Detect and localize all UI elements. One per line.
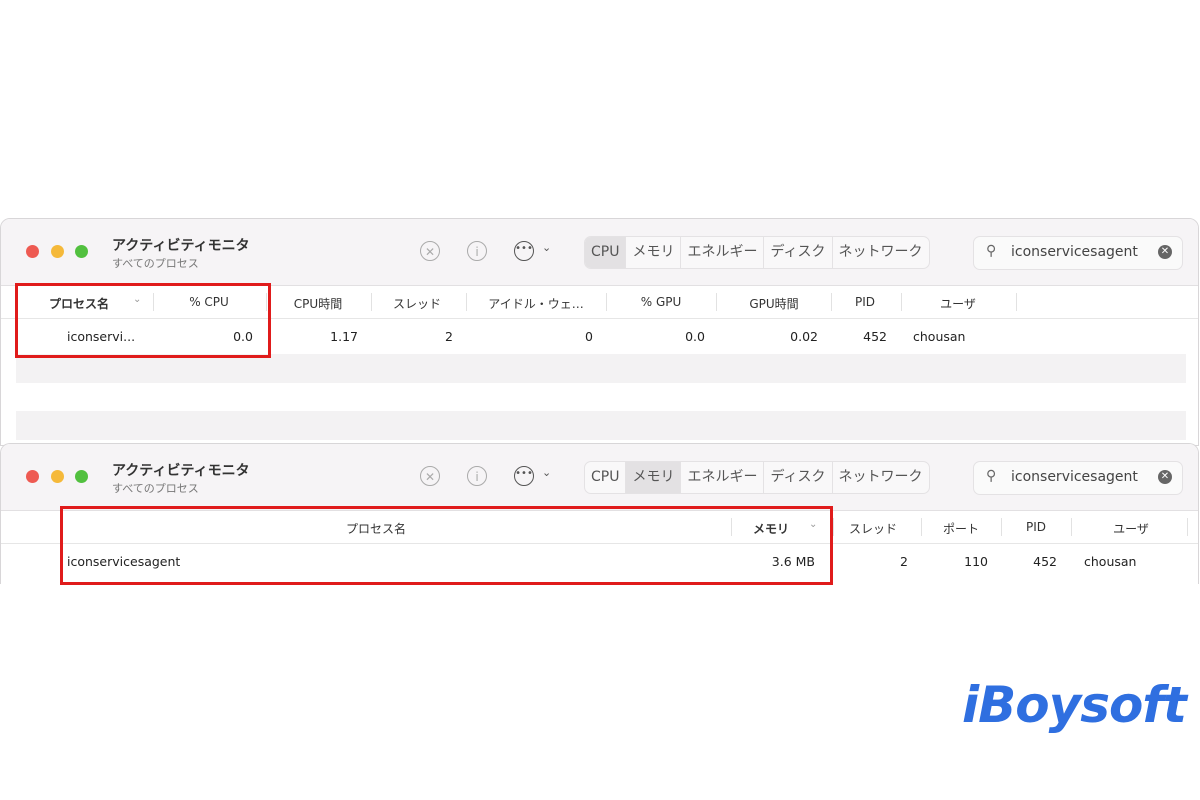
close-window-button[interactable] bbox=[26, 470, 39, 483]
empty-row bbox=[16, 354, 1186, 383]
cell-gpu-time: 0.02 bbox=[790, 329, 818, 344]
cell-threads: 2 bbox=[900, 554, 908, 569]
column-cpu-time[interactable]: CPU時間 bbox=[294, 295, 342, 312]
column-pid[interactable]: PID bbox=[1026, 520, 1046, 534]
chevron-down-icon[interactable]: ⌄ bbox=[542, 466, 551, 479]
tab-disk[interactable]: ディスク bbox=[764, 237, 833, 268]
window-title: アクティビティモニタ bbox=[112, 238, 250, 254]
window-subtitle: すべてのプロセス bbox=[112, 482, 199, 495]
column-divider[interactable] bbox=[833, 518, 834, 536]
window-title: アクティビティモニタ bbox=[112, 463, 250, 479]
column-pid[interactable]: PID bbox=[855, 295, 875, 309]
column-divider[interactable] bbox=[921, 518, 922, 536]
tab-disk[interactable]: ディスク bbox=[764, 462, 833, 493]
info-icon[interactable]: i bbox=[467, 241, 487, 261]
column-divider[interactable] bbox=[1001, 518, 1002, 536]
cell-threads: 2 bbox=[445, 329, 453, 344]
cell-user: chousan bbox=[1084, 554, 1137, 569]
cell-pid: 452 bbox=[1033, 554, 1057, 569]
search-input[interactable]: ⚲ iconservicesagent ✕ bbox=[973, 236, 1183, 270]
column-divider[interactable] bbox=[466, 293, 467, 311]
tab-memory[interactable]: メモリ bbox=[626, 462, 682, 493]
cell-user: chousan bbox=[913, 329, 966, 344]
column-threads[interactable]: スレッド bbox=[393, 295, 441, 312]
column-gpu-percent[interactable]: % GPU bbox=[641, 295, 682, 309]
search-value[interactable]: iconservicesagent bbox=[1011, 469, 1138, 485]
zoom-window-button[interactable] bbox=[75, 245, 88, 258]
clear-search-icon[interactable]: ✕ bbox=[1158, 470, 1172, 484]
iboysoft-logo: iBoysoft bbox=[962, 676, 1187, 734]
column-divider[interactable] bbox=[1071, 518, 1072, 536]
column-divider[interactable] bbox=[831, 293, 832, 311]
highlight-box-memory bbox=[60, 506, 833, 585]
column-divider[interactable] bbox=[1187, 518, 1188, 536]
column-divider[interactable] bbox=[371, 293, 372, 311]
more-options-icon[interactable]: ••• bbox=[514, 466, 534, 486]
column-threads[interactable]: スレッド bbox=[849, 520, 897, 537]
tab-network[interactable]: ネットワーク bbox=[833, 462, 929, 493]
column-divider[interactable] bbox=[901, 293, 902, 311]
toolbar: アクティビティモニタ すべてのプロセス ✕ i ••• ⌄ CPU メモリ エネ… bbox=[1, 444, 1198, 511]
column-divider[interactable] bbox=[1016, 293, 1017, 311]
more-options-icon[interactable]: ••• bbox=[514, 241, 534, 261]
cell-idle-wake: 0 bbox=[585, 329, 593, 344]
toolbar: アクティビティモニタ すべてのプロセス ✕ i ••• ⌄ CPU メモリ エネ… bbox=[1, 219, 1198, 286]
close-window-button[interactable] bbox=[26, 245, 39, 258]
tab-energy[interactable]: エネルギー bbox=[681, 237, 765, 268]
tab-memory[interactable]: メモリ bbox=[626, 237, 682, 268]
column-user[interactable]: ユーザ bbox=[1113, 520, 1149, 537]
search-icon: ⚲ bbox=[986, 243, 997, 259]
zoom-window-button[interactable] bbox=[75, 470, 88, 483]
cell-pid: 452 bbox=[863, 329, 887, 344]
tab-bar: CPU メモリ エネルギー ディスク ネットワーク bbox=[584, 461, 930, 494]
cell-ports: 110 bbox=[964, 554, 988, 569]
tab-bar: CPU メモリ エネルギー ディスク ネットワーク bbox=[584, 236, 930, 269]
tab-cpu[interactable]: CPU bbox=[585, 462, 627, 493]
search-value[interactable]: iconservicesagent bbox=[1011, 244, 1138, 260]
search-input[interactable]: ⚲ iconservicesagent ✕ bbox=[973, 461, 1183, 495]
column-divider[interactable] bbox=[716, 293, 717, 311]
tab-cpu[interactable]: CPU bbox=[585, 237, 627, 268]
minimize-window-button[interactable] bbox=[51, 470, 64, 483]
empty-row bbox=[16, 411, 1186, 440]
cell-gpu-percent: 0.0 bbox=[685, 329, 705, 344]
stop-process-icon[interactable]: ✕ bbox=[420, 241, 440, 261]
column-divider[interactable] bbox=[606, 293, 607, 311]
cell-cpu-time: 1.17 bbox=[330, 329, 358, 344]
minimize-window-button[interactable] bbox=[51, 245, 64, 258]
clear-search-icon[interactable]: ✕ bbox=[1158, 245, 1172, 259]
column-gpu-time[interactable]: GPU時間 bbox=[749, 295, 798, 312]
info-icon[interactable]: i bbox=[467, 466, 487, 486]
tab-network[interactable]: ネットワーク bbox=[833, 237, 929, 268]
highlight-box-cpu bbox=[15, 283, 271, 358]
chevron-down-icon[interactable]: ⌄ bbox=[542, 241, 551, 254]
column-ports[interactable]: ポート bbox=[943, 520, 979, 537]
tab-energy[interactable]: エネルギー bbox=[681, 462, 765, 493]
window-subtitle: すべてのプロセス bbox=[112, 257, 199, 270]
column-idle-wake[interactable]: アイドル・ウェ… bbox=[488, 295, 583, 312]
stop-process-icon[interactable]: ✕ bbox=[420, 466, 440, 486]
column-user[interactable]: ユーザ bbox=[940, 295, 976, 312]
search-icon: ⚲ bbox=[986, 468, 997, 484]
